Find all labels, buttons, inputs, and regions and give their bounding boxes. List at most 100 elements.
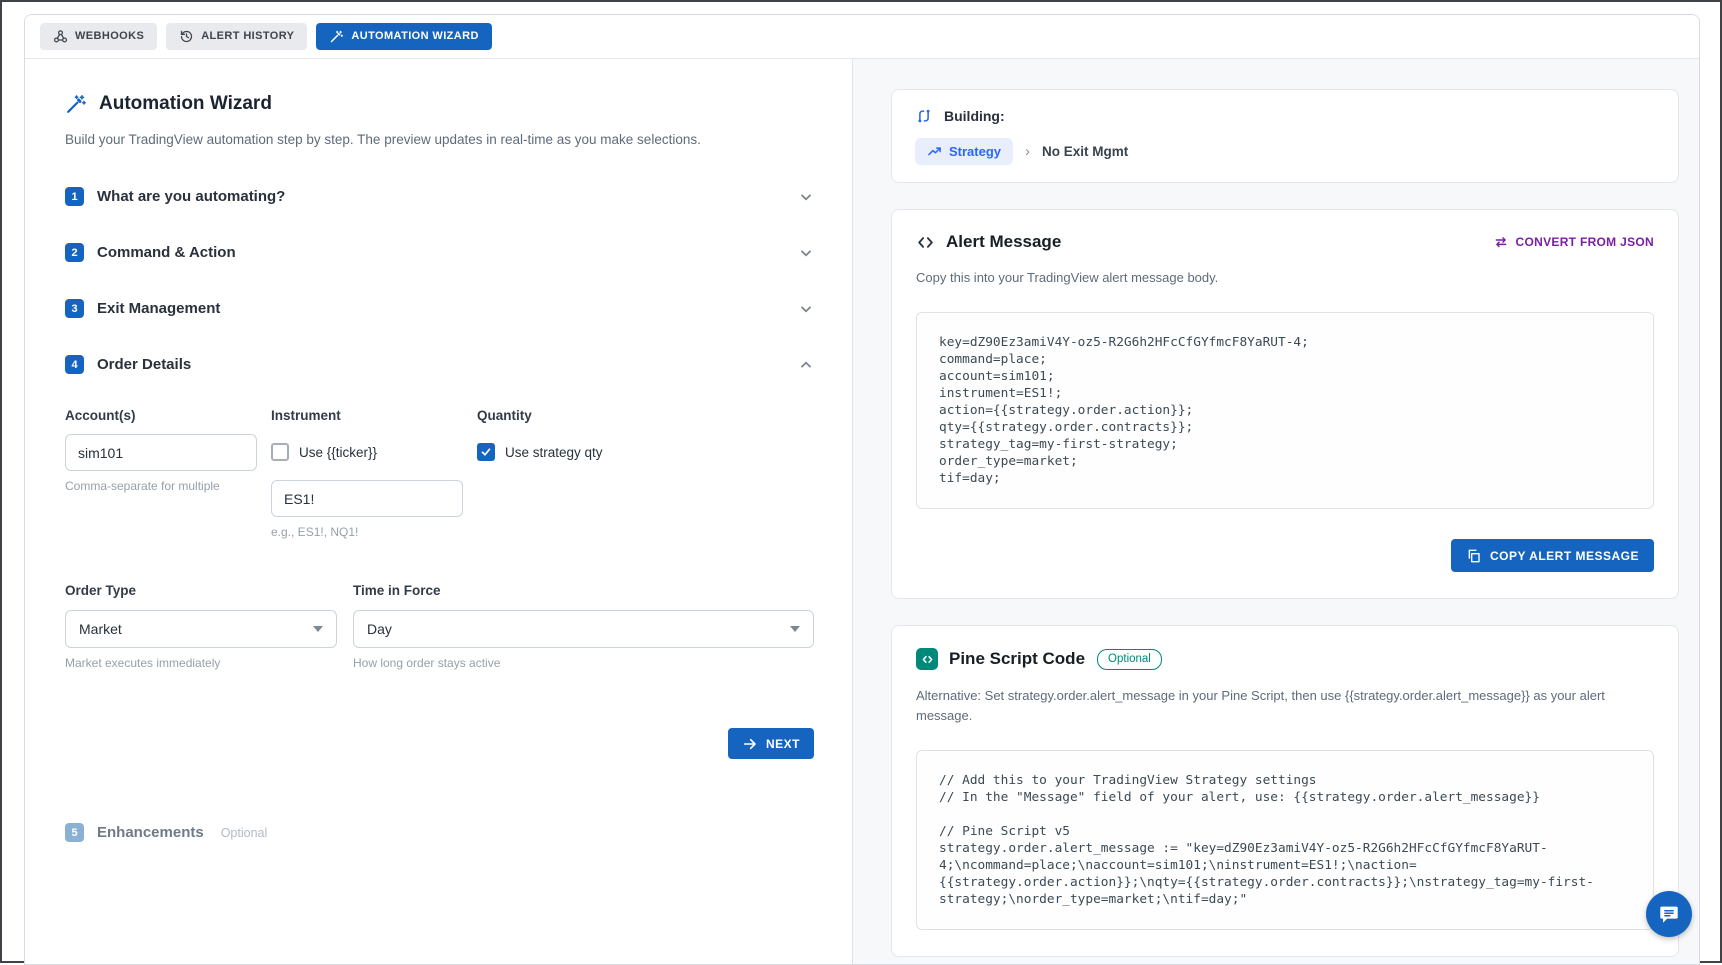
building-card: Building: Strategy › No Exit Mgmt	[891, 89, 1679, 183]
alert-message-description: Copy this into your TradingView alert me…	[916, 268, 1654, 288]
wand-icon	[329, 29, 344, 44]
strategy-chip-label: Strategy	[949, 144, 1001, 159]
arrow-right-icon	[742, 736, 758, 752]
tab-bar: WEBHOOKS ALERT HISTORY AUTOMATION WIZA	[25, 15, 1699, 59]
alert-message-card: Alert Message CONVERT FROM JSON Copy thi…	[891, 209, 1679, 599]
content-split: Automation Wizard Build your TradingView…	[25, 59, 1699, 964]
step-number-badge: 4	[65, 355, 84, 374]
step-title: What are you automating?	[97, 188, 285, 205]
chevron-down-icon	[790, 626, 800, 632]
order-type-value: Market	[79, 621, 122, 637]
step-order-details[interactable]: 4 Order Details	[65, 355, 814, 374]
chat-icon	[1658, 903, 1680, 925]
quantity-field-group: Quantity Use strategy qty	[477, 408, 707, 539]
instrument-hint: e.g., ES1!, NQ1!	[271, 525, 463, 539]
tif-field-group: Time in Force Day How long order stays a…	[353, 583, 814, 670]
step-number-badge: 3	[65, 299, 84, 318]
main-card: WEBHOOKS ALERT HISTORY AUTOMATION WIZA	[24, 14, 1700, 965]
tab-automation-wizard-label: AUTOMATION WIZARD	[351, 31, 478, 42]
wizard-steps: 1 What are you automating? 2 Command & A…	[65, 187, 814, 842]
step-title: Command & Action	[97, 244, 236, 261]
step-exit-management[interactable]: 3 Exit Management	[65, 299, 814, 318]
use-ticker-label: Use {{ticker}}	[299, 445, 377, 460]
tif-value: Day	[367, 621, 392, 637]
step-number-badge: 2	[65, 243, 84, 262]
convert-from-json-label: CONVERT FROM JSON	[1516, 235, 1654, 249]
wand-icon	[65, 93, 87, 115]
accounts-field-group: Account(s) Comma-separate for multiple	[65, 408, 257, 539]
order-type-hint: Market executes immediately	[65, 656, 337, 670]
page-title: Automation Wizard	[99, 93, 272, 115]
instrument-input[interactable]	[271, 480, 463, 517]
step-number-badge: 1	[65, 187, 84, 206]
step-command-action[interactable]: 2 Command & Action	[65, 243, 814, 262]
use-strategy-qty-checkbox-row[interactable]: Use strategy qty	[477, 442, 707, 462]
strategy-chip[interactable]: Strategy	[915, 138, 1013, 165]
chevron-up-icon[interactable]	[798, 357, 814, 373]
trending-up-icon	[927, 144, 942, 159]
chevron-down-icon	[313, 626, 323, 632]
tif-select[interactable]: Day	[353, 610, 814, 648]
app-window: { "tabs": { "webhooks": "WEBHOOKS", "ale…	[0, 0, 1722, 963]
pine-script-icon	[916, 648, 938, 670]
code-icon	[916, 233, 935, 252]
wizard-header: Automation Wizard	[65, 93, 814, 115]
tif-hint: How long order stays active	[353, 656, 814, 670]
chat-button[interactable]	[1646, 891, 1692, 937]
accounts-hint: Comma-separate for multiple	[65, 479, 257, 493]
step-number-badge: 5	[65, 823, 84, 842]
order-details-form: Account(s) Comma-separate for multiple I…	[65, 408, 814, 759]
chevron-down-icon[interactable]	[798, 189, 814, 205]
flow-icon	[915, 107, 933, 125]
copy-alert-message-button[interactable]: COPY ALERT MESSAGE	[1451, 539, 1654, 572]
order-type-field-group: Order Type Market Market executes immedi…	[65, 583, 337, 670]
alert-message-code[interactable]: key=dZ90Ez3amiV4Y-oz5-R2G6h2HFcCfGYfmcF8…	[916, 312, 1654, 509]
use-strategy-qty-checkbox[interactable]	[477, 443, 495, 461]
webhook-icon	[53, 29, 68, 44]
building-label: Building:	[944, 108, 1005, 124]
pine-script-description: Alternative: Set strategy.order.alert_me…	[916, 686, 1636, 726]
building-breadcrumb: Strategy › No Exit Mgmt	[915, 138, 1655, 165]
order-type-label: Order Type	[65, 583, 337, 598]
step-enhancements[interactable]: 5 Enhancements Optional	[65, 823, 814, 842]
tab-automation-wizard[interactable]: AUTOMATION WIZARD	[316, 23, 491, 50]
breadcrumb-separator: ›	[1025, 143, 1030, 160]
copy-alert-message-label: COPY ALERT MESSAGE	[1490, 549, 1639, 563]
breadcrumb-exit-mgmt: No Exit Mgmt	[1042, 144, 1128, 159]
copy-icon	[1466, 548, 1482, 564]
instrument-field-group: Instrument Use {{ticker}} e.g., ES1!, NQ…	[271, 408, 463, 539]
order-type-select[interactable]: Market	[65, 610, 337, 648]
use-ticker-checkbox[interactable]	[271, 443, 289, 461]
page-subtitle: Build your TradingView automation step b…	[65, 132, 814, 147]
pine-script-code[interactable]: // Add this to your TradingView Strategy…	[916, 750, 1654, 930]
pine-script-title: Pine Script Code	[949, 649, 1085, 669]
instrument-label: Instrument	[271, 408, 463, 423]
quantity-label: Quantity	[477, 408, 707, 423]
chevron-down-icon[interactable]	[798, 301, 814, 317]
tab-alert-history[interactable]: ALERT HISTORY	[166, 23, 307, 50]
step-title: Enhancements	[97, 824, 204, 841]
tab-webhooks[interactable]: WEBHOOKS	[40, 23, 157, 50]
tab-alert-history-label: ALERT HISTORY	[201, 31, 294, 42]
tif-label: Time in Force	[353, 583, 814, 598]
chevron-down-icon[interactable]	[798, 245, 814, 261]
convert-from-json-button[interactable]: CONVERT FROM JSON	[1493, 234, 1654, 250]
step-title: Order Details	[97, 356, 191, 373]
step-title: Exit Management	[97, 300, 220, 317]
swap-arrows-icon	[1493, 234, 1509, 250]
use-ticker-checkbox-row[interactable]: Use {{ticker}}	[271, 442, 463, 462]
step-optional-label: Optional	[221, 826, 268, 840]
pine-script-card: Pine Script Code Optional Alternative: S…	[891, 625, 1679, 957]
alert-message-title: Alert Message	[946, 232, 1061, 252]
accounts-input[interactable]	[65, 434, 257, 471]
preview-panel: Building: Strategy › No Exit Mgmt	[853, 59, 1699, 964]
use-strategy-qty-label: Use strategy qty	[505, 445, 603, 460]
step-what-are-you-automating[interactable]: 1 What are you automating?	[65, 187, 814, 206]
next-button-label: NEXT	[766, 737, 800, 751]
wizard-panel: Automation Wizard Build your TradingView…	[25, 59, 853, 964]
accounts-label: Account(s)	[65, 408, 257, 423]
history-icon	[179, 29, 194, 44]
next-button[interactable]: NEXT	[728, 728, 814, 759]
tab-webhooks-label: WEBHOOKS	[75, 31, 144, 42]
optional-badge: Optional	[1097, 649, 1162, 670]
